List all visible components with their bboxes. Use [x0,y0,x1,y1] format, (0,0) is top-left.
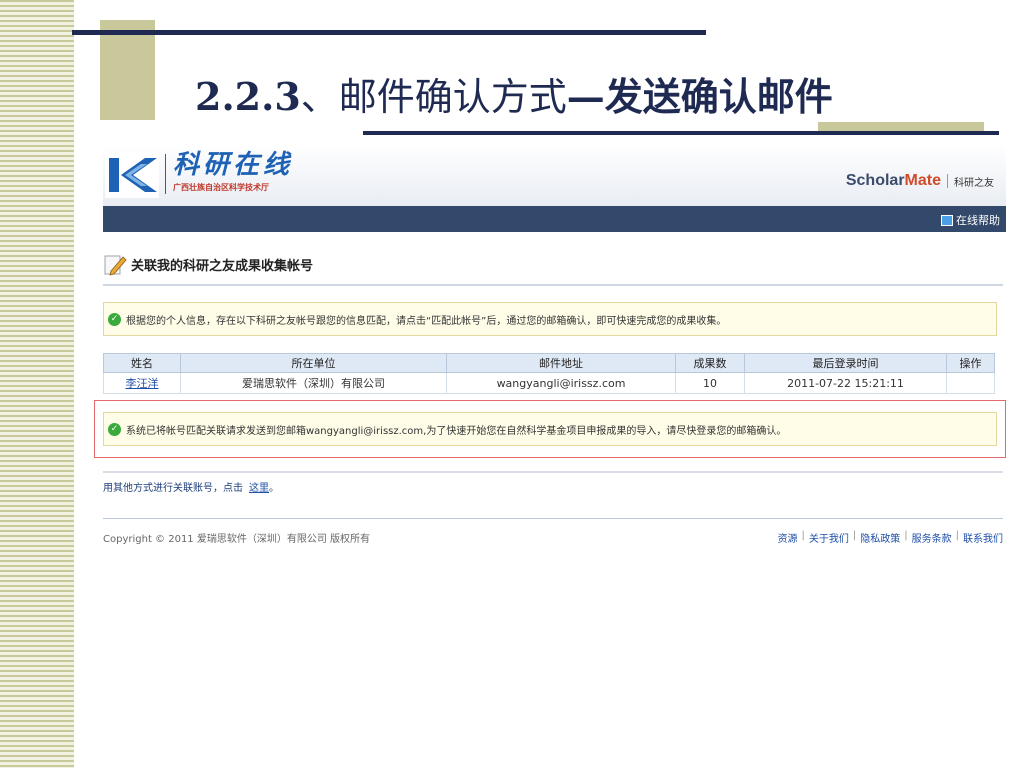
footer-link-privacy[interactable]: 隐私政策 [860,530,900,545]
decorative-stripes [0,0,74,768]
help-link[interactable]: 在线帮助 [941,212,1000,228]
cell-action [946,372,995,394]
decorative-block [100,20,155,120]
other-method-line: 用其他方式进行关联账号，点击 这里。 [103,471,1003,494]
scholarmate-logo: ScholarMate [846,172,941,190]
info-notice: ✓ 根据您的个人信息，存在以下科研之友帐号跟您的信息匹配，请点击“匹配此帐号”后… [103,302,997,336]
header-institution: 所在单位 [180,353,447,373]
table-row: 李汪洋 爱瑞思软件（深圳）有限公司 wangyangli@irissz.com … [103,372,995,394]
brand-part-sch: Sch [845,172,876,189]
nav-bar: 在线帮助 [103,206,1006,232]
brand-part-o: o [875,172,885,189]
logo-subtitle: 广西壮族自治区科学技术厅 [173,183,269,192]
help-icon [941,214,953,226]
other-method-text: 用其他方式进行关联账号，点击 [103,483,243,494]
success-notice-text: 系统已将帐号匹配关联请求发送到您邮箱wangyangli@irissz.com,… [126,425,787,437]
table-header-row: 姓名 所在单位 邮件地址 成果数 最后登录时间 操作 [103,353,995,373]
site-header: 科研在线 广西壮族自治区科学技术厅 ScholarMate 科研之友 [103,144,1006,206]
header-count: 成果数 [675,353,745,373]
cell-institution: 爱瑞思软件（深圳）有限公司 [180,372,447,394]
account-table: 姓名 所在单位 邮件地址 成果数 最后登录时间 操作 李汪洋 爱瑞思软件（深圳）… [103,353,995,394]
check-icon: ✓ [108,422,121,436]
site-footer: Copyright © 2011 爱瑞思软件（深圳）有限公司 版权所有 资源 | … [103,530,1003,545]
slide-title-number: 2.2.3 [195,74,301,119]
logo-title: 科研在线 [173,150,294,180]
footer-link-resources[interactable]: 资源 [778,530,798,545]
help-label: 在线帮助 [956,214,1000,227]
check-icon: ✓ [108,312,121,326]
footer-link-contact[interactable]: 联系我们 [963,530,1003,545]
site-logo: 科研在线 广西壮族自治区科学技术厅 [173,150,293,193]
brand-part-lar: lar [884,172,905,189]
cell-name[interactable]: 李汪洋 [103,372,181,394]
brand-part-mate: Mate [904,172,941,189]
section-divider [103,284,1003,286]
top-rule [72,30,706,35]
footer-divider [103,518,1003,519]
here-link[interactable]: 这里 [249,483,269,494]
info-notice-text: 根据您的个人信息，存在以下科研之友帐号跟您的信息匹配，请点击“匹配此帐号”后，通… [126,315,727,327]
copyright: Copyright © 2011 爱瑞思软件（深圳）有限公司 版权所有 [103,534,371,545]
header-last-login: 最后登录时间 [744,353,947,373]
other-method-end: 。 [269,483,279,494]
slide-title-main: 、邮件确认方式 [300,75,567,119]
footer-link-about[interactable]: 关于我们 [809,530,849,545]
cell-count: 10 [675,372,745,394]
name-link[interactable]: 李汪洋 [126,377,159,390]
embedded-screenshot: 科研在线 广西壮族自治区科学技术厅 ScholarMate 科研之友 在线帮助 … [94,144,1006,554]
footer-links: 资源 | 关于我们 | 隐私政策 | 服务条款 | 联系我们 [777,530,1004,545]
scholarmate-brand[interactable]: ScholarMate 科研之友 [846,172,994,190]
pencil-icon [104,255,127,276]
logo-icon [105,152,159,198]
header-action: 操作 [946,353,995,373]
slide-title-sub: —发送确认邮件 [566,74,833,119]
success-notice: ✓ 系统已将帐号匹配关联请求发送到您邮箱wangyangli@irissz.co… [103,412,997,446]
logo-divider [165,154,166,194]
cell-email: wangyangli@irissz.com [446,372,676,394]
brand-separator [947,174,948,188]
section-title-text: 关联我的科研之友成果收集帐号 [131,258,314,274]
section-heading: 关联我的科研之友成果收集帐号 [103,252,313,276]
header-email: 邮件地址 [446,353,676,373]
slide-title: 2.2.3、邮件确认方式—发送确认邮件 [195,66,833,121]
title-rule [363,131,999,135]
footer-link-terms[interactable]: 服务条款 [912,530,952,545]
header-name: 姓名 [103,353,181,373]
brand-cn: 科研之友 [954,177,994,189]
cell-last-login: 2011-07-22 15:21:11 [744,372,947,394]
